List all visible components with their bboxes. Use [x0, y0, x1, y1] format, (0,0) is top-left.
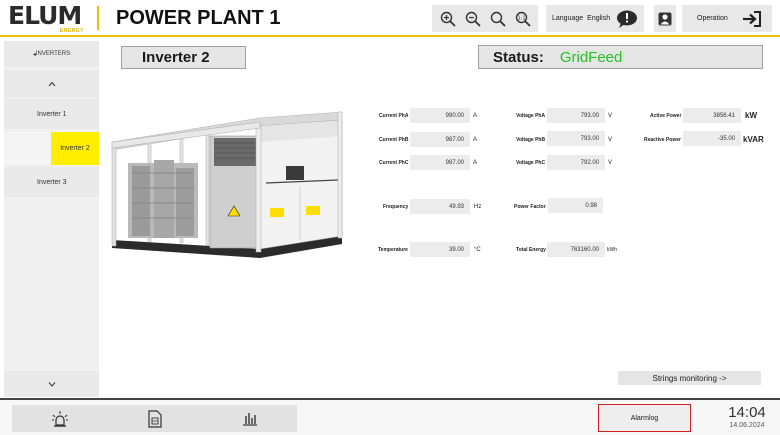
- value-current-phb: 987.00: [410, 132, 470, 147]
- operation-label: Operation: [697, 15, 728, 22]
- page-title: POWER PLANT 1: [116, 7, 281, 29]
- user-icon: [658, 12, 672, 25]
- operation-login-button[interactable]: Operation: [682, 5, 772, 32]
- sidebar-item-inverter-3[interactable]: Inverter 3: [4, 167, 99, 197]
- inverter-sidebar: ◂ INVERTERS Inverter 1 Inverter 2 Invert…: [4, 41, 99, 397]
- unit-current-phc: A: [473, 160, 478, 166]
- unit-frequency: Hz: [474, 204, 482, 210]
- unit-voltage-pha: V: [608, 113, 613, 119]
- language-label: Language: [552, 15, 584, 22]
- label-current-phc: Current PhC: [379, 160, 409, 166]
- label-power-factor: Power Factor: [514, 204, 546, 210]
- label-voltage-pha: Voltage PhA: [516, 113, 546, 119]
- label-active-power: Active Power: [650, 113, 682, 119]
- zoom-toolbar: 1:1: [432, 5, 538, 32]
- status-value: GridFeed: [559, 48, 623, 66]
- value-active-power: 3856.41: [683, 108, 741, 123]
- scroll-down-button[interactable]: [4, 371, 99, 397]
- unit-current-pha: A: [473, 113, 478, 119]
- alarmlog-button[interactable]: Alarmlog: [598, 404, 691, 432]
- elum-logo: ELUM ENERGY: [8, 1, 86, 34]
- alarm-light-icon: [51, 410, 68, 427]
- clock: 14:04 14.06.2024: [716, 404, 778, 429]
- label-current-phb: Current PhB: [379, 137, 409, 143]
- header-bar: ELUM ENERGY POWER PLANT 1 1:1 Language E…: [0, 0, 780, 37]
- scroll-up-button[interactable]: [4, 70, 99, 97]
- login-icon: [742, 10, 761, 27]
- footer-bar: Alarmlog 14:04 14.06.2024: [0, 398, 780, 435]
- zoom-in-icon: [440, 11, 456, 27]
- inverters-section-label: INVERTERS: [35, 51, 71, 57]
- user-button[interactable]: [654, 5, 676, 32]
- sidebar-row-inverter-2: Inverter 2: [4, 132, 99, 165]
- inverter-title: Inverter 2: [121, 46, 246, 69]
- value-frequency: 49.93: [410, 199, 470, 214]
- report-button[interactable]: [107, 405, 202, 432]
- value-total-energy: 763160.00: [547, 242, 605, 257]
- header-divider: [97, 6, 99, 30]
- zoom-reset-button[interactable]: [488, 9, 508, 29]
- zoom-out-button[interactable]: [463, 9, 483, 29]
- bar-chart-icon: [242, 412, 257, 426]
- language-selector[interactable]: Language English: [546, 5, 644, 32]
- chevron-down-icon: [48, 382, 55, 387]
- document-icon: [147, 409, 162, 428]
- sidebar-item-inverter-2[interactable]: Inverter 2: [51, 132, 99, 165]
- language-value: English: [587, 15, 611, 22]
- value-reactive-power: -35.00: [683, 131, 741, 146]
- strings-monitoring-button[interactable]: Strings monitoring ->: [618, 371, 761, 385]
- sidebar-item-inverter-1[interactable]: Inverter 1: [4, 99, 99, 129]
- zoom-out-icon: [465, 11, 481, 27]
- zoom-reset-icon: [490, 11, 506, 27]
- status-panel: Status: GridFeed: [478, 45, 763, 69]
- value-current-pha: 990.00: [410, 108, 470, 123]
- svg-text:1:1: 1:1: [517, 15, 525, 21]
- value-temperature: 39.00: [410, 242, 470, 257]
- label-current-pha: Current PhA: [379, 113, 409, 119]
- unit-total-energy: kWh: [607, 247, 617, 253]
- unit-temperature: °C: [474, 247, 481, 253]
- zoom-in-button[interactable]: [438, 9, 458, 29]
- speech-bubble-icon: [617, 10, 638, 28]
- value-voltage-phc: 792.00: [547, 155, 605, 170]
- label-reactive-power: Reactive Power: [644, 137, 681, 143]
- unit-voltage-phc: V: [608, 160, 613, 166]
- inverters-back-button[interactable]: ◂ INVERTERS: [4, 41, 99, 67]
- label-frequency: Frequency: [383, 204, 409, 210]
- logo-text: ELUM: [8, 1, 82, 30]
- label-voltage-phc: Voltage PhC: [516, 160, 546, 166]
- zoom-fit-button[interactable]: 1:1: [513, 9, 533, 29]
- label-total-energy: Total Energy: [516, 247, 546, 253]
- alarm-light-button[interactable]: [12, 405, 107, 432]
- value-voltage-phb: 793.00: [547, 131, 605, 146]
- unit-active-power: kW: [745, 111, 757, 120]
- clock-time: 14:04: [728, 404, 766, 421]
- chevron-up-icon: [48, 81, 55, 86]
- unit-voltage-phb: V: [608, 137, 613, 143]
- value-voltage-pha: 793.00: [547, 108, 605, 123]
- label-voltage-phb: Voltage PhB: [516, 137, 546, 143]
- value-power-factor: 0.98: [548, 198, 603, 213]
- zoom-fit-icon: 1:1: [515, 11, 531, 27]
- value-current-phc: 987.00: [410, 155, 470, 170]
- clock-date: 14.06.2024: [729, 422, 765, 429]
- label-temperature: Temperature: [378, 247, 408, 253]
- trends-chart-button[interactable]: [202, 405, 297, 432]
- inverter-container-image: [111, 111, 343, 258]
- unit-reactive-power: kVAR: [743, 135, 764, 144]
- logo-subtext: ENERGY: [59, 28, 84, 34]
- unit-current-phb: A: [473, 137, 478, 143]
- status-label: Status:: [493, 48, 544, 66]
